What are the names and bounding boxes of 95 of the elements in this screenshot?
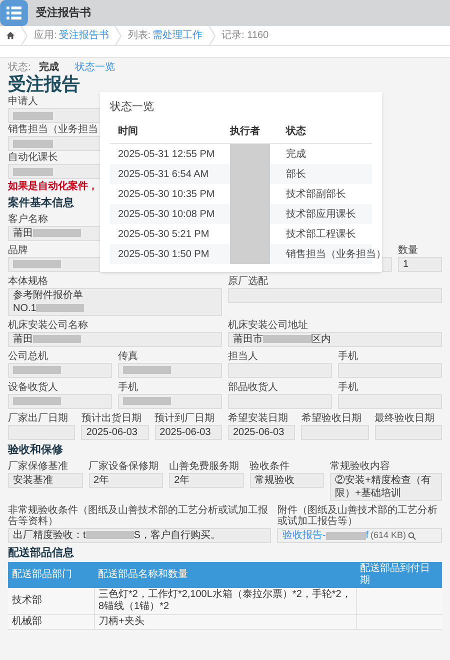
column-header: 时间 bbox=[118, 124, 139, 139]
field-label: 机床安装公司地址 bbox=[228, 320, 308, 331]
column-header: 执行者 bbox=[230, 124, 261, 139]
search-icon[interactable] bbox=[408, 532, 416, 540]
table-cell: 刀柄+夹头 bbox=[94, 614, 356, 630]
field-value: 莆田市 bbox=[233, 334, 263, 345]
redacted-block bbox=[230, 144, 270, 164]
field-label: 机床安装公司名称 bbox=[8, 320, 88, 331]
table-cell-text: 2025-05-31 12:55 PM bbox=[118, 148, 216, 162]
table-cell-text: 技术部应用课长 bbox=[286, 208, 357, 222]
field-label: 厂家出厂日期 bbox=[8, 413, 68, 424]
field-value: 参考附件报价单 NO.1 bbox=[13, 290, 83, 314]
field-value: 常规验收 bbox=[254, 475, 295, 486]
field-label: 厂家设备保修期 bbox=[88, 461, 159, 472]
field-label: 最终验收日期 bbox=[374, 413, 435, 424]
field-label: 常规验收内容 bbox=[330, 461, 390, 472]
field-value: 2025-06-03 bbox=[160, 427, 211, 438]
field-label: 自动化课长 bbox=[8, 152, 58, 163]
field-label: 传真 bbox=[118, 351, 138, 362]
redacted-block bbox=[326, 532, 366, 540]
input-field bbox=[8, 425, 76, 440]
section-title: 验收和保修 bbox=[8, 443, 63, 457]
redacted-block bbox=[230, 244, 270, 264]
table-cell: 三色灯*2，工作灯*2,100L水箱（泰拉尔票）*2，手轮*2，8锚线（1锚）*2 bbox=[94, 588, 356, 614]
field-value: ②安装+精度检查（有限）+基础培训 bbox=[335, 475, 432, 499]
column-header[interactable]: 配送部品部门 bbox=[8, 562, 94, 588]
field-label: 预计到厂日期 bbox=[154, 413, 215, 424]
field-label: 附件（图纸及山善技术部的工艺分析或试加工报告等） bbox=[277, 505, 438, 527]
table-cell-text: 2025-05-30 10:35 PM bbox=[118, 188, 216, 202]
field-label: 非常规验收条件（图纸及山善技术部的工艺分析或试加工报告等资料） bbox=[8, 505, 269, 527]
field-label: 担当人 bbox=[228, 351, 258, 362]
table-cell-text: 2025-05-30 5:21 PM bbox=[118, 228, 210, 242]
field-label: 原厂选配 bbox=[228, 276, 268, 287]
field-label: 手机 bbox=[338, 351, 358, 362]
field-label: 数量 bbox=[398, 245, 418, 256]
warning-text: 如果是自动化案件， bbox=[8, 181, 98, 193]
table-cell-text: 销售担当（业务担当） bbox=[286, 248, 386, 262]
field-value: 莆田 bbox=[13, 334, 33, 345]
table-cell-text: 技术部工程课长 bbox=[286, 228, 357, 242]
input-field bbox=[301, 425, 369, 440]
column-header[interactable]: 配送部品到付日期 bbox=[356, 562, 442, 588]
table-cell-text: 部长 bbox=[286, 168, 307, 182]
table-cell: 机械部 bbox=[8, 614, 94, 630]
breadcrumb-label: 列表: bbox=[128, 28, 151, 43]
table-cell-text: 技术部副部长 bbox=[286, 188, 347, 202]
form-title: 受注报告 bbox=[8, 74, 80, 95]
field-label: 设备收货人 bbox=[8, 382, 58, 393]
column-header[interactable]: 配送部品名称和数量 bbox=[94, 562, 356, 588]
breadcrumb-link[interactable]: 需处理工作 bbox=[152, 28, 203, 43]
breadcrumb-link[interactable]: 受注报告书 bbox=[58, 28, 109, 43]
breadcrumb-label: 记录: 1160 bbox=[222, 29, 269, 43]
field-label: 山善免费服务期 bbox=[169, 461, 240, 472]
field-label: 手机 bbox=[118, 382, 138, 393]
field-label: 部品收货人 bbox=[228, 382, 278, 393]
field-label: 厂家保修基准 bbox=[8, 461, 68, 472]
field-value: 2025-06-03 bbox=[86, 427, 138, 438]
field-label: 希望验收日期 bbox=[301, 413, 362, 424]
field-value: S，客户自行购买。 bbox=[134, 530, 220, 541]
field-label: 品牌 bbox=[8, 245, 28, 256]
table-cell: 技术部 bbox=[8, 588, 94, 614]
field-label: 销售担当（业务担当 bbox=[8, 124, 98, 135]
field-label: 验收条件 bbox=[250, 461, 290, 472]
field-value: 莆田 bbox=[13, 228, 33, 239]
field-label: 客户名称 bbox=[8, 214, 48, 225]
status-value: 完成 bbox=[38, 60, 59, 74]
table-cell-text: 2025-05-30 1:50 PM bbox=[118, 248, 210, 262]
table-cell-text: 完成 bbox=[286, 148, 307, 162]
field-value: 2年 bbox=[94, 475, 110, 486]
field-label: 预计出货日期 bbox=[81, 413, 142, 424]
input-field bbox=[374, 425, 442, 440]
column-header: 状态 bbox=[286, 124, 307, 139]
field-label: 公司总机 bbox=[8, 351, 48, 362]
status-label: 状态: bbox=[8, 60, 31, 74]
field-label: 希望安装日期 bbox=[228, 413, 288, 424]
field-value: 区内 bbox=[311, 334, 331, 345]
breadcrumb-label: 应用: bbox=[34, 28, 57, 43]
app-title: 受注报告书 bbox=[36, 6, 91, 21]
attachment-link[interactable]: 验收报告- f bbox=[282, 529, 368, 542]
field-value: 出厂精度验收：t bbox=[13, 530, 86, 541]
field-value: 2025-06-03 bbox=[233, 427, 284, 438]
field-label: 手机 bbox=[338, 382, 358, 393]
status-list-link[interactable]: 状态一览 bbox=[74, 60, 115, 75]
section-title: 案件基本信息 bbox=[8, 196, 74, 210]
field-label: 申请人 bbox=[8, 96, 38, 107]
field-value: 安装基准 bbox=[13, 475, 53, 486]
table-cell-text: 2025-05-31 6:54 AM bbox=[118, 168, 210, 182]
home-icon[interactable] bbox=[6, 31, 15, 40]
file-size: (614 KB) bbox=[370, 529, 406, 542]
menu-icon[interactable] bbox=[0, 0, 28, 26]
field-value: 2年 bbox=[174, 475, 190, 486]
dialog-title: 状态一览 bbox=[110, 100, 154, 114]
table-cell-text: 2025-05-30 10:08 PM bbox=[118, 208, 216, 222]
section-title: 配送部品信息 bbox=[8, 546, 74, 560]
field-label: 本体规格 bbox=[8, 276, 48, 287]
field-value: 1 bbox=[403, 259, 409, 270]
